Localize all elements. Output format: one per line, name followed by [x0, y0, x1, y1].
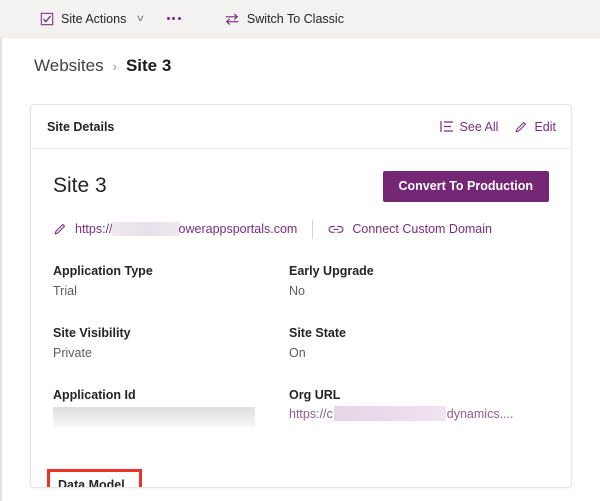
field-row: Site Visibility Private Site State On: [53, 325, 549, 362]
see-all-button[interactable]: See All: [439, 119, 499, 134]
redacted-org-url-segment: [333, 406, 446, 421]
card-title: Site Details: [47, 119, 115, 134]
field-label: Early Upgrade: [289, 264, 374, 278]
field-value: Private: [53, 346, 92, 360]
see-all-label: See All: [459, 119, 499, 134]
pencil-icon: [53, 222, 67, 236]
site-url-suffix: owerappsportals.com: [178, 222, 298, 236]
breadcrumb-current-site: Site 3: [125, 56, 172, 75]
site-url-text: https:// owerappsportals.com: [75, 222, 297, 236]
field-label: Application Id: [53, 388, 136, 402]
field-row: Application Type Trial Early Upgrade No: [53, 263, 549, 300]
overflow-menu-button[interactable]: [160, 4, 188, 34]
ellipsis-icon: [172, 17, 176, 20]
site-details-card: Site Details See All Edit Site 3 Convert…: [30, 104, 572, 488]
ellipsis-icon: [177, 17, 181, 20]
card-header: Site Details See All Edit: [31, 105, 571, 149]
breadcrumb-link-websites[interactable]: Websites: [34, 56, 104, 76]
org-url-suffix: dynamics....: [446, 406, 514, 421]
field-label: Site Visibility: [53, 326, 131, 340]
site-actions-button[interactable]: Site Actions ∨: [34, 4, 150, 34]
field-value[interactable]: https://c dynamics....: [289, 406, 525, 421]
field-org-url: Org URL https://c dynamics....: [289, 387, 525, 427]
site-url-link[interactable]: https:// owerappsportals.com: [53, 222, 297, 236]
redacted-application-id: [53, 407, 255, 427]
list-icon: [439, 120, 454, 133]
field-label: Org URL: [289, 388, 341, 402]
connect-custom-domain-button[interactable]: Connect Custom Domain: [328, 222, 492, 236]
field-application-id: Application Id: [53, 387, 289, 427]
field-application-type: Application Type Trial: [53, 263, 289, 300]
command-bar: Site Actions ∨ Switch To Classic: [0, 0, 600, 38]
switch-to-classic-label: Switch To Classic: [246, 11, 344, 26]
field-value: No: [289, 284, 305, 298]
connect-custom-domain-label: Connect Custom Domain: [352, 222, 492, 236]
checkbox-checked-icon: [40, 12, 54, 26]
redacted-url-segment: [111, 222, 180, 236]
page-title: Site 3: [53, 174, 107, 197]
site-actions-label: Site Actions: [61, 11, 127, 26]
ellipsis-icon: [166, 17, 170, 20]
chevron-down-icon: ∨: [135, 13, 146, 23]
field-value: On: [289, 346, 306, 360]
org-url-prefix: https://c: [289, 406, 333, 421]
swap-arrows-icon: [224, 12, 240, 26]
field-value: Trial: [53, 284, 77, 298]
site-title-row: Site 3 Convert To Production: [53, 169, 549, 203]
site-url-row: https:// owerappsportals.com Connect Cus…: [53, 219, 549, 239]
left-nav-rail: [0, 38, 2, 501]
site-details-fields: Application Type Trial Early Upgrade No …: [53, 263, 549, 427]
field-site-visibility: Site Visibility Private: [53, 325, 289, 362]
field-site-state: Site State On: [289, 325, 525, 362]
field-early-upgrade: Early Upgrade No: [289, 263, 525, 300]
link-icon: [328, 223, 344, 236]
convert-to-production-button[interactable]: Convert To Production: [382, 170, 549, 202]
breadcrumb-separator-icon: ›: [112, 58, 117, 74]
field-label: Site State: [289, 326, 346, 340]
edit-button[interactable]: Edit: [514, 120, 556, 134]
pencil-icon: [514, 120, 528, 134]
card-body: Site 3 Convert To Production https:// ow…: [31, 149, 571, 488]
site-url-prefix: https://: [75, 222, 113, 236]
data-model-highlight: Data Model Enhanced: [47, 469, 142, 488]
switch-to-classic-button[interactable]: Switch To Classic: [218, 4, 350, 34]
data-model-label: Data Model: [58, 478, 125, 488]
breadcrumb: Websites › Site 3: [34, 52, 171, 80]
divider: [312, 219, 314, 239]
edit-label: Edit: [534, 119, 556, 134]
card-header-actions: See All Edit: [439, 119, 556, 134]
field-row: Application Id Org URL https://c dynamic…: [53, 387, 549, 427]
field-label: Application Type: [53, 264, 153, 278]
